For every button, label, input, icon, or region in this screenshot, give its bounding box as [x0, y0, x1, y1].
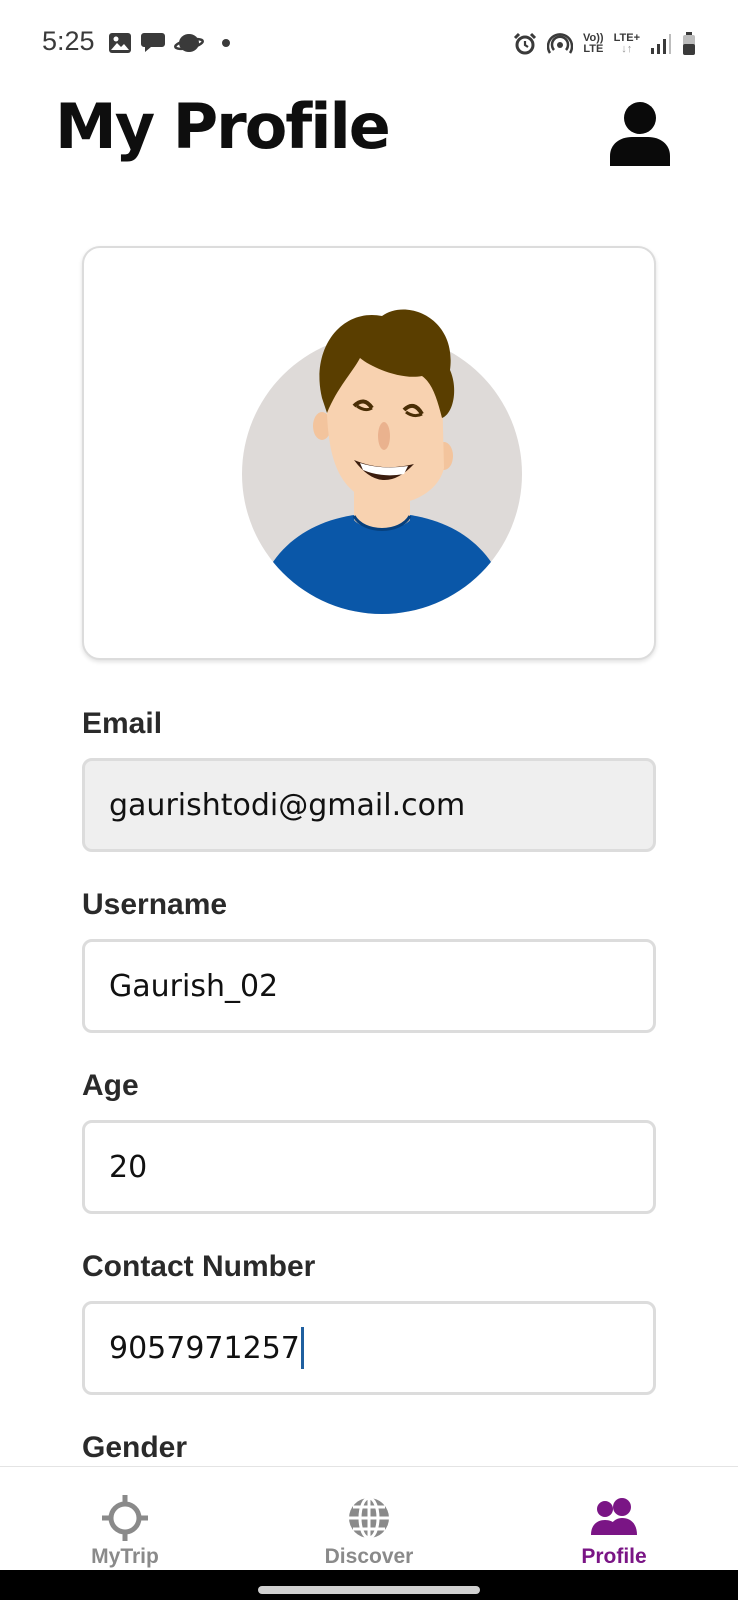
page-title: My Profile	[55, 90, 391, 163]
age-field[interactable]: 20	[82, 1120, 656, 1214]
nav-label-discover: Discover	[324, 1545, 414, 1568]
status-right-icons: Vo)) LTE LTE+ ↓↑	[513, 30, 696, 58]
email-value: gaurishtodi@gmail.com	[109, 787, 466, 823]
alarm-icon	[513, 32, 537, 55]
gesture-area	[0, 1570, 738, 1600]
volte-bottom-text: LTE	[583, 43, 604, 55]
username-field[interactable]: Gaurish_02	[82, 939, 656, 1033]
gesture-handle[interactable]	[258, 1586, 480, 1594]
avatar-card[interactable]	[82, 246, 656, 660]
crosshair-icon	[102, 1495, 148, 1541]
nav-label-profile: Profile	[581, 1545, 647, 1568]
planet-icon	[174, 34, 204, 52]
status-bar: 5:25 Vo)) LTE LTE+ ↓↑	[0, 0, 738, 86]
nav-item-discover[interactable]: Discover	[318, 1467, 420, 1571]
status-left-icons	[108, 30, 230, 56]
nav-item-profile[interactable]: Profile	[568, 1467, 660, 1571]
battery-icon	[683, 32, 695, 55]
username-value: Gaurish_02	[109, 968, 279, 1004]
contact-label: Contact Number	[82, 1250, 316, 1283]
volte-icon: Vo)) LTE	[583, 33, 604, 55]
lte-plus-icon: LTE+ ↓↑	[613, 32, 640, 55]
nav-item-mytrip[interactable]: MyTrip	[77, 1467, 173, 1571]
email-field: gaurishtodi@gmail.com	[82, 758, 656, 852]
person-icon[interactable]	[608, 100, 672, 166]
image-icon	[109, 33, 131, 53]
notification-dot-icon	[222, 39, 230, 47]
nav-label-mytrip: MyTrip	[91, 1545, 159, 1568]
status-time: 5:25	[42, 26, 95, 56]
email-label: Email	[82, 707, 163, 740]
avatar-illustration	[242, 309, 522, 614]
username-label: Username	[82, 888, 228, 921]
age-label: Age	[82, 1069, 139, 1102]
signal-icon	[651, 34, 671, 54]
hotspot-icon	[547, 33, 574, 54]
age-value: 20	[109, 1149, 148, 1185]
gender-label: Gender	[82, 1431, 188, 1464]
globe-icon	[349, 1496, 389, 1540]
bottom-navigation: MyTrip Discover Profile	[0, 1466, 738, 1570]
text-cursor	[300, 1327, 304, 1369]
message-icon	[141, 33, 165, 52]
contact-value: 9057971257	[109, 1330, 300, 1366]
people-icon	[591, 1498, 637, 1535]
contact-number-field[interactable]: 9057971257	[82, 1301, 656, 1395]
